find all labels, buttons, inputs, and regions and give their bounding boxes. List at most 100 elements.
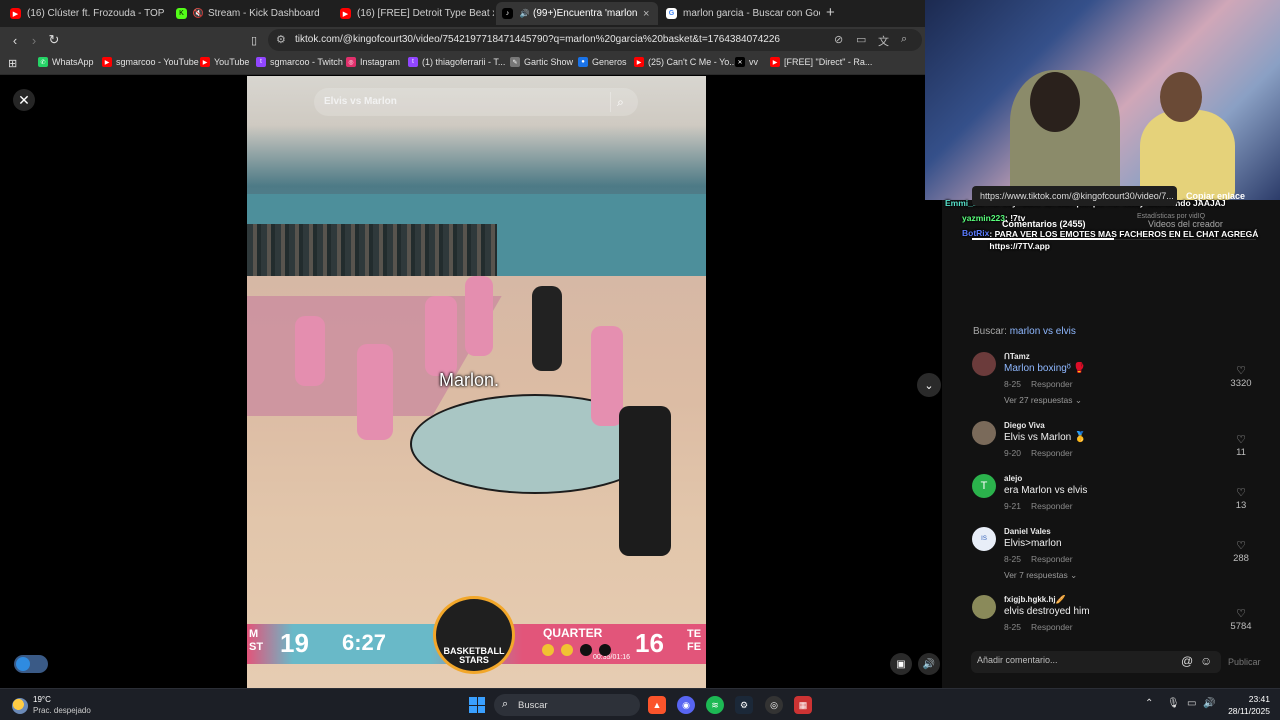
weather-description[interactable]: Prac. despejado — [33, 706, 91, 715]
weather-temperature[interactable]: 19°C — [33, 695, 51, 704]
youtube-icon: ▶ — [770, 57, 780, 67]
comment-user[interactable]: fxigjb.hgkk.hj🥖 — [1004, 595, 1066, 604]
copy-link-button[interactable]: Copiar enlace — [1186, 191, 1245, 201]
video-search-text: Elvis vs Marlon — [324, 96, 397, 107]
comment-input[interactable] — [977, 655, 1167, 665]
zoom-icon[interactable]: ⌕ — [901, 33, 907, 46]
bookmark-whatsapp[interactable]: ✆ WhatsApp — [38, 57, 94, 67]
player-figure — [357, 344, 393, 440]
avatar[interactable] — [972, 352, 996, 376]
bookmark-generos[interactable]: ● Generos — [578, 57, 627, 67]
comment-meta: 8-25 Responder — [1004, 622, 1073, 632]
search-query[interactable]: marlon vs elvis — [1010, 326, 1076, 337]
bookmark-youtube-cantcme[interactable]: ▶ (25) Can't C Me - Yo... — [634, 57, 737, 67]
browser-tab[interactable]: ▶ (16) Clúster ft. Frozouda - TOP 1 CHA — [4, 2, 164, 25]
avatar[interactable] — [972, 595, 996, 619]
volume-icon[interactable]: 🔊 — [918, 653, 940, 675]
video-player[interactable]: Elvis vs Marlon ⌕ Marlon. M ST 19 6:27 QU… — [247, 76, 706, 688]
browser-tab[interactable]: ▶ (16) [FREE] Detroit Type Beat x YN Ja — [334, 2, 494, 25]
comment-user[interactable]: Diego Viva — [1004, 421, 1045, 430]
browser-tab-active[interactable]: ♪ 🔊 (99+)Encuentra 'marlon garcia × — [496, 2, 658, 25]
steam-icon[interactable]: ⚙ — [735, 696, 753, 714]
clock-time[interactable]: 23:41 — [1220, 694, 1270, 704]
comment-user[interactable]: alejo — [1004, 474, 1022, 483]
weather-icon[interactable] — [12, 698, 28, 714]
comment-search-suggestion[interactable]: Buscar: marlon vs elvis — [973, 326, 1076, 337]
reload-icon[interactable]: ↻ — [45, 31, 63, 49]
discord-icon[interactable]: ◉ — [677, 696, 695, 714]
reply-button[interactable]: Responder — [1031, 554, 1073, 564]
reply-button[interactable]: Responder — [1031, 501, 1073, 511]
cast-icon[interactable]: ▭ — [856, 33, 866, 46]
taskbar-search[interactable]: ⌕ Buscar — [494, 694, 640, 716]
new-tab-button[interactable]: + — [826, 4, 835, 21]
comment-date: 8-25 — [1004, 622, 1022, 632]
mute-icon: 🔇 — [192, 8, 205, 18]
view-replies-link[interactable]: Ver 7 respuestas ⌄ — [1004, 570, 1077, 581]
site-info-icon[interactable]: ⚙ — [276, 33, 286, 46]
view-replies-link[interactable]: Ver 27 respuestas ⌄ — [1004, 395, 1082, 406]
forward-icon[interactable]: › — [25, 31, 43, 49]
video-link[interactable]: https://www.tiktok.com/@kingofcourt30/vi… — [972, 186, 1177, 206]
windows-start-icon[interactable] — [469, 697, 485, 713]
emoji-icon[interactable]: ☺ — [1200, 654, 1212, 668]
like-button[interactable]: ♡ 288 — [1226, 539, 1256, 564]
like-button[interactable]: ♡ 5784 — [1226, 607, 1256, 632]
picture-in-picture-icon[interactable]: ▣ — [890, 653, 912, 675]
microphone-icon[interactable]: 🎙 — [1167, 698, 1180, 709]
bookmark-youtube-sgmarcoo[interactable]: ▶ sgmarcoo - YouTube — [102, 57, 199, 67]
tab-comments[interactable]: Comentarios (2455) — [1002, 219, 1086, 229]
apps-icon[interactable]: ⊞ — [8, 57, 17, 70]
network-icon[interactable]: ▭ — [1187, 698, 1196, 709]
video-search-bar[interactable]: Elvis vs Marlon ⌕ — [314, 88, 638, 116]
reply-button[interactable]: Responder — [1031, 622, 1073, 632]
like-count: 3320 — [1230, 378, 1252, 389]
reply-button[interactable]: Responder — [1031, 379, 1073, 389]
bookmark-twitch-thiago[interactable]: t (1) thiagoferrarii - T... — [408, 57, 505, 67]
spotify-icon[interactable]: ≋ — [706, 696, 724, 714]
bookmark-x[interactable]: ✕ vv — [735, 57, 758, 67]
comment-text: Elvis vs Marlon 🥇 — [1004, 432, 1087, 443]
avatar[interactable]: IS — [972, 527, 996, 551]
avatar[interactable]: T — [972, 474, 996, 498]
browser-tab[interactable]: G marlon garcia - Buscar con Google — [660, 2, 820, 25]
browser-tab[interactable]: K 🔇 Stream - Kick Dashboard — [170, 2, 330, 25]
like-button[interactable]: ♡ 11 — [1226, 433, 1256, 458]
bookmark-gartic[interactable]: ✎ Gartic Show — [510, 57, 573, 67]
audio-icon: 🔊 — [519, 9, 530, 18]
bookmark-instagram[interactable]: ◎ Instagram — [346, 57, 400, 67]
bookmark-youtube[interactable]: ▶ YouTube — [200, 57, 249, 67]
obs-icon[interactable]: ◎ — [765, 696, 783, 714]
address-bar[interactable]: ⚙ tiktok.com/@kingofcourt30/video/754219… — [268, 29, 922, 51]
comment-user[interactable]: Daniel Vales — [1004, 527, 1051, 536]
brave-icon[interactable]: ▲ — [648, 696, 666, 714]
tray-chevron-icon[interactable]: ⌃ — [1145, 698, 1153, 709]
comment-text: era Marlon vs elvis — [1004, 485, 1088, 496]
twitch-icon: t — [408, 57, 418, 67]
comment-input-box[interactable]: @ ☺ — [971, 651, 1221, 673]
mention-icon[interactable]: @ — [1181, 654, 1193, 668]
like-button[interactable]: ♡ 3320 — [1226, 364, 1256, 389]
tab-creator-videos[interactable]: Videos del creador — [1148, 219, 1223, 229]
clock-date[interactable]: 28/11/2025 — [1220, 706, 1270, 716]
like-button[interactable]: ♡ 13 — [1226, 486, 1256, 511]
youtube-icon: ▶ — [10, 8, 21, 19]
no-tracking-icon[interactable]: ⊘ — [834, 33, 843, 46]
bookmark-page-icon[interactable]: ▯ — [245, 31, 263, 49]
streaming-app-icon[interactable]: ▦ — [794, 696, 812, 714]
avatar[interactable] — [972, 421, 996, 445]
comment-user[interactable]: ᑎTamz — [1004, 352, 1030, 361]
volume-tray-icon[interactable]: 🔊 — [1203, 698, 1215, 709]
bookmark-youtube-direct[interactable]: ▶ [FREE] "Direct" - Ra... — [770, 57, 872, 67]
translate-icon[interactable]: 文 — [878, 33, 889, 49]
search-icon[interactable]: ⌕ — [610, 92, 630, 112]
tab-label: (99+)Encuentra 'marlon garcia — [533, 8, 637, 19]
close-icon[interactable]: ✕ — [13, 89, 35, 111]
back-icon[interactable]: ‹ — [6, 31, 24, 49]
extension-toggle[interactable] — [14, 655, 48, 673]
chevron-down-icon[interactable]: ⌄ — [917, 373, 941, 397]
publish-button[interactable]: Publicar — [1228, 657, 1261, 667]
reply-button[interactable]: Responder — [1031, 448, 1073, 458]
close-tab-icon[interactable]: × — [643, 8, 649, 20]
bookmark-twitch-sgmarcoo[interactable]: t sgmarcoo - Twitch — [256, 57, 343, 67]
